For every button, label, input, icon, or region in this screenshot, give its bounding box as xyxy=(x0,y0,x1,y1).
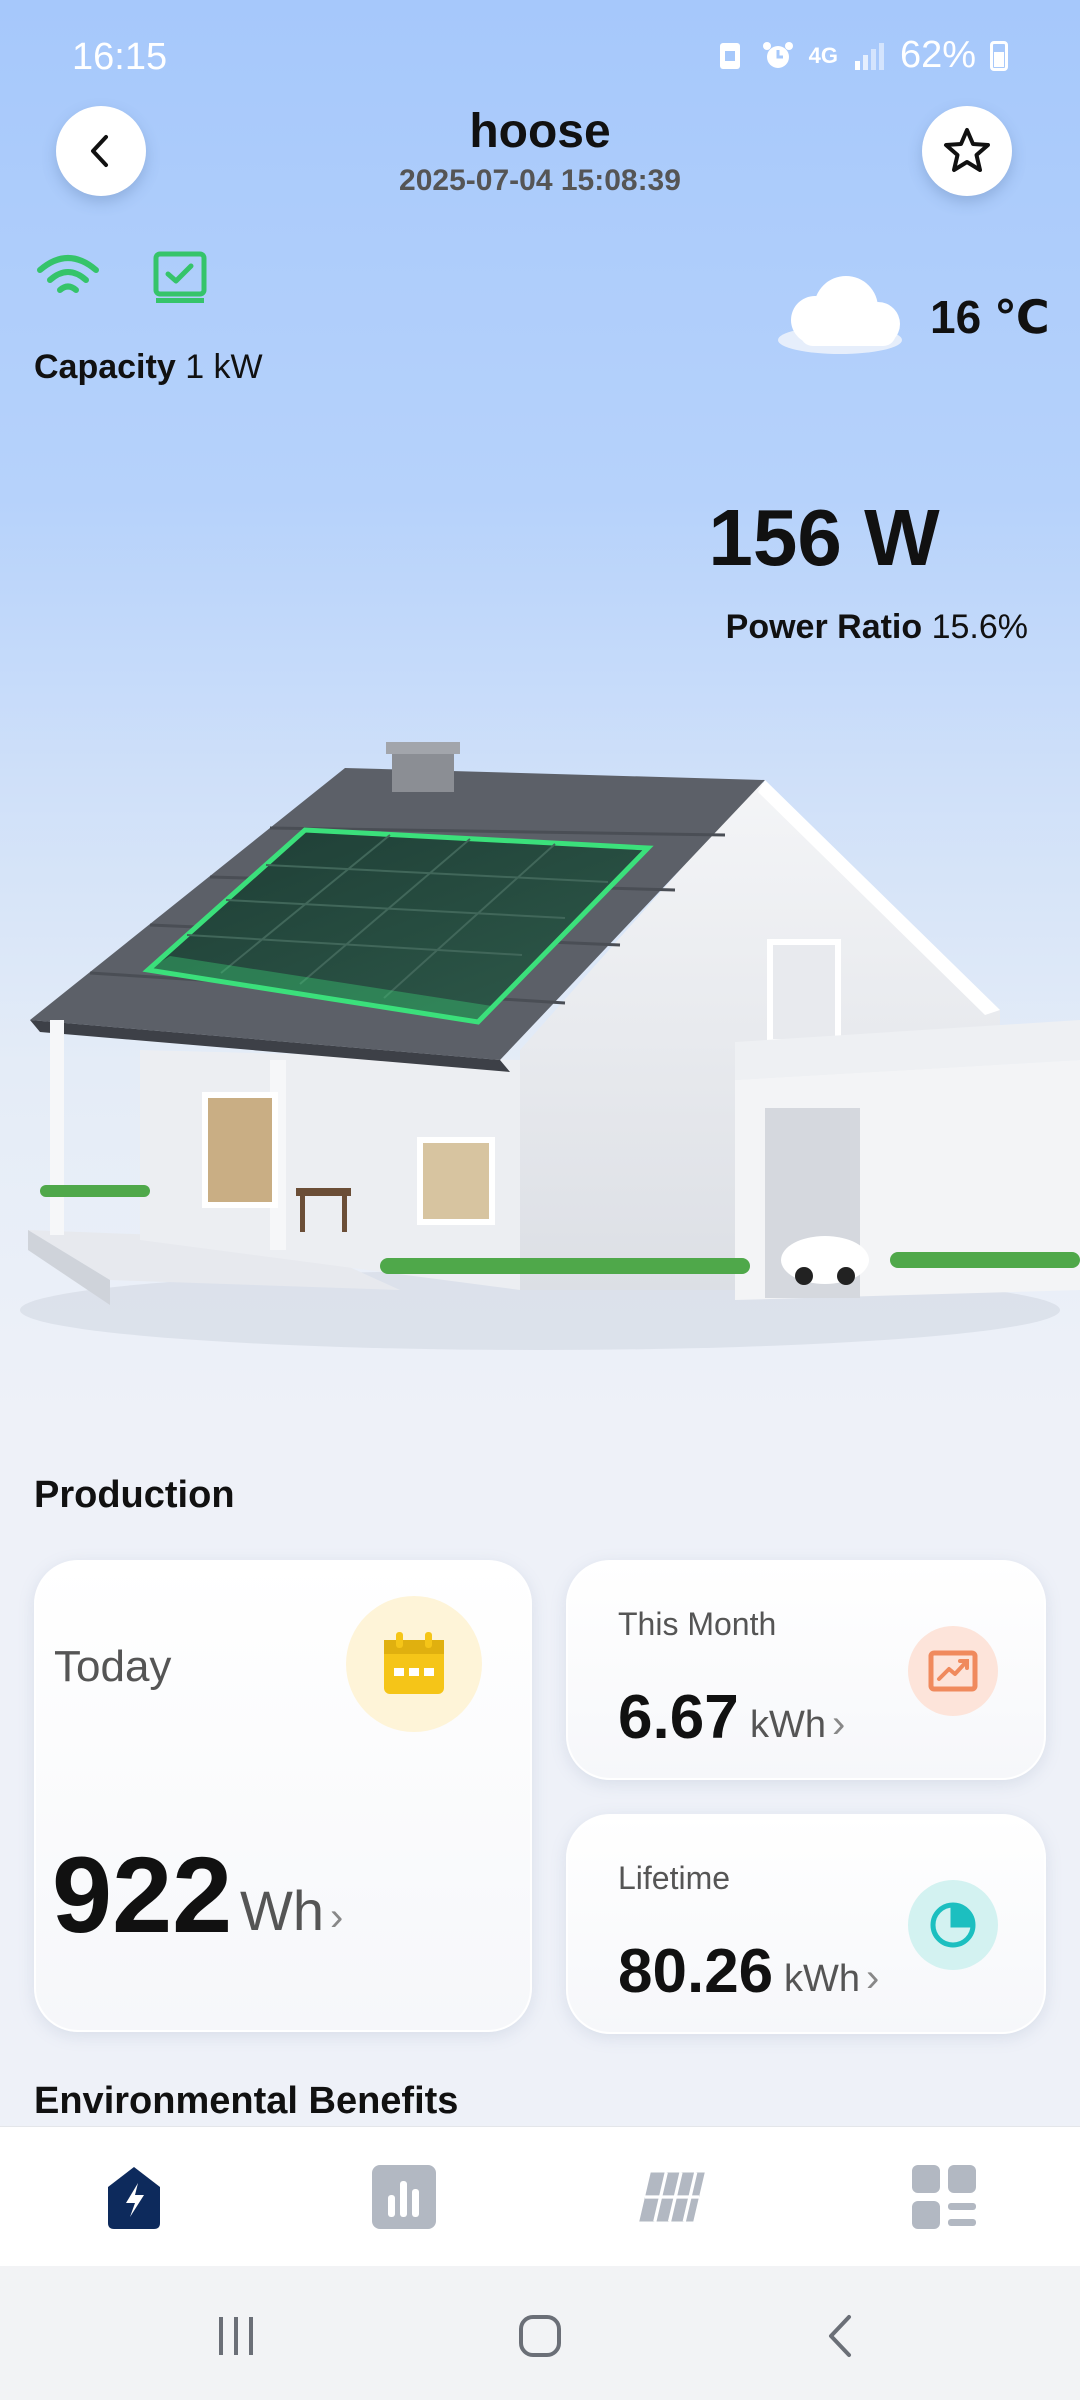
recent-apps-button[interactable] xyxy=(206,2306,266,2366)
power-ratio-value: 15.6% xyxy=(931,608,1028,646)
grid-menu-icon xyxy=(912,2165,976,2229)
capacity-label: Capacity xyxy=(34,348,176,386)
production-title: Production xyxy=(34,1474,235,1516)
chevron-right-icon: › xyxy=(832,1702,846,1746)
recent-apps-icon xyxy=(219,2317,253,2355)
bolt-icon xyxy=(108,2167,160,2229)
trend-icon-badge xyxy=(908,1626,998,1716)
today-value: 922 xyxy=(52,1834,233,1955)
favorite-button[interactable] xyxy=(922,106,1012,196)
solar-panel-icon xyxy=(639,2172,705,2222)
tab-power[interactable] xyxy=(98,2161,170,2233)
status-time: 16:15 xyxy=(72,36,168,78)
power-ratio-label: Power Ratio xyxy=(725,608,923,646)
network-label: 4G xyxy=(808,42,838,68)
calendar-icon-badge xyxy=(346,1596,482,1732)
back-arrow-icon xyxy=(829,2315,851,2357)
month-label: This Month xyxy=(618,1606,777,1642)
today-unit: Wh › xyxy=(240,1878,343,1943)
power-ratio: Power Ratio 15.6% xyxy=(726,608,1028,647)
bottom-tab-bar xyxy=(0,2126,1080,2266)
chevron-right-icon: › xyxy=(330,1895,344,1939)
today-card[interactable]: Today 922 Wh › xyxy=(34,1560,532,2032)
today-label: Today xyxy=(54,1642,172,1691)
bar-chart-icon xyxy=(372,2165,436,2229)
chevron-right-icon: › xyxy=(866,1956,880,2000)
capacity-text: Capacity 1 kW xyxy=(34,348,263,387)
cloud-icon xyxy=(778,276,902,354)
tab-panels[interactable] xyxy=(636,2161,708,2233)
battery-icon xyxy=(990,40,1008,71)
current-power: 156 W xyxy=(708,493,940,582)
month-unit-text: kWh xyxy=(750,1704,826,1746)
lifetime-label: Lifetime xyxy=(618,1860,731,1896)
wifi-icon xyxy=(37,255,99,293)
tab-more[interactable] xyxy=(908,2161,980,2233)
environmental-benefits-title: Environmental Benefits xyxy=(34,2080,459,2122)
month-unit: kWh › xyxy=(750,1702,845,1747)
sim-icon xyxy=(719,42,740,69)
lifetime-unit-text: kWh xyxy=(784,1958,860,2000)
battery-percent: 62% xyxy=(899,34,976,76)
temperature: 16 ℃ xyxy=(930,291,1050,343)
capacity-value: 1 kW xyxy=(185,348,263,386)
star-icon xyxy=(944,128,990,172)
lifetime-card[interactable]: Lifetime 80.26 kWh › xyxy=(566,1814,1046,2034)
home-icon xyxy=(519,2315,561,2357)
alarm-icon xyxy=(762,41,793,68)
pie-chart-icon xyxy=(930,1902,976,1948)
inverter-icon xyxy=(153,251,207,303)
lifetime-value: 80.26 xyxy=(618,1937,774,2006)
system-nav-bar xyxy=(0,2266,1080,2400)
status-icons: 4G 62% xyxy=(713,34,1008,77)
trend-chart-icon xyxy=(928,1650,978,1692)
house-illustration xyxy=(20,742,1080,1350)
pie-icon-badge xyxy=(908,1880,998,1970)
calendar-icon xyxy=(384,1632,444,1694)
plant-title: hoose xyxy=(469,105,611,158)
today-unit-text: Wh xyxy=(240,1879,324,1942)
signal-icon xyxy=(854,42,884,70)
system-back-button[interactable] xyxy=(812,2306,872,2366)
tab-statistics[interactable] xyxy=(368,2161,440,2233)
month-value: 6.67 xyxy=(618,1683,739,1752)
status-bar: 16:15 4G 62% xyxy=(0,0,1080,120)
lifetime-unit: kWh › xyxy=(784,1956,879,2001)
month-card[interactable]: This Month 6.67 kWh › xyxy=(566,1560,1046,1780)
update-timestamp: 2025-07-04 15:08:39 xyxy=(399,164,681,197)
home-button[interactable] xyxy=(510,2306,570,2366)
